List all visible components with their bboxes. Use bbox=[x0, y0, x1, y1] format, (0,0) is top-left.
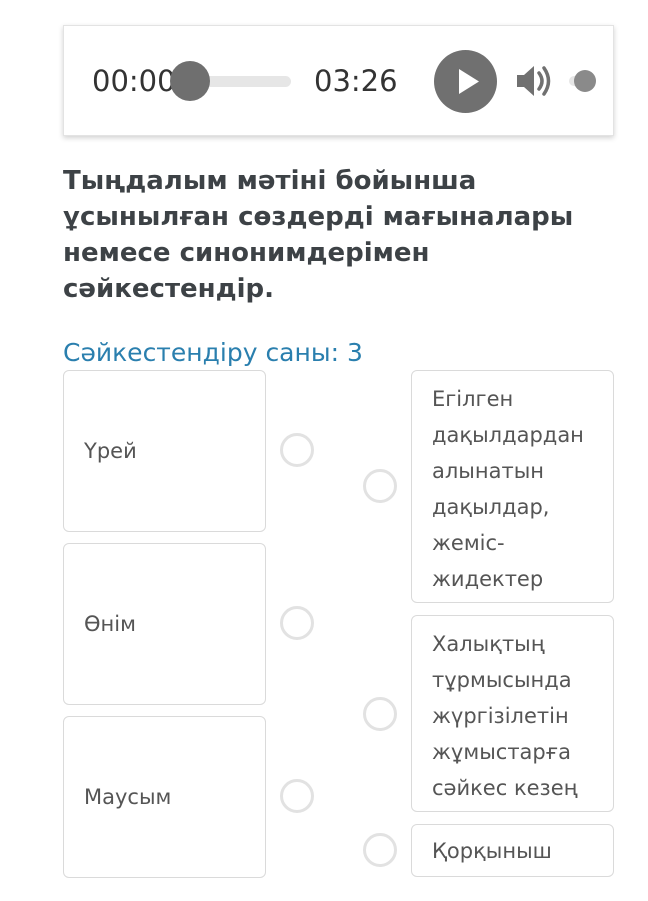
left-connector-1[interactable] bbox=[280, 433, 314, 467]
right-card-label: Қорқыныш bbox=[432, 839, 552, 863]
left-card-label: Үрей bbox=[84, 439, 137, 463]
progress-handle[interactable] bbox=[170, 61, 210, 101]
left-connector-3[interactable] bbox=[280, 779, 314, 813]
right-connector-1[interactable] bbox=[363, 469, 397, 503]
match-count: Сәйкестендіру саны: 3 bbox=[63, 338, 363, 367]
right-card-3[interactable]: Қорқыныш bbox=[411, 824, 614, 877]
right-card-1[interactable]: Егілген дақылдардан алынатын дақылдар, ж… bbox=[411, 370, 614, 603]
left-card-3[interactable]: Маусым bbox=[63, 716, 266, 878]
left-card-label: Маусым bbox=[84, 785, 172, 809]
audio-player: 00:00 03:26 bbox=[63, 25, 614, 136]
right-card-label: Егілген дақылдардан алынатын дақылдар, ж… bbox=[432, 387, 584, 591]
volume-handle[interactable] bbox=[574, 70, 596, 92]
play-icon bbox=[459, 69, 479, 94]
right-card-label: Халықтың тұрмысында жүргізілетін жұмыста… bbox=[432, 632, 578, 800]
duration-time: 03:26 bbox=[314, 64, 398, 98]
right-card-2[interactable]: Халықтың тұрмысында жүргізілетін жұмыста… bbox=[411, 615, 614, 812]
right-connector-3[interactable] bbox=[363, 833, 397, 867]
volume-icon[interactable] bbox=[515, 63, 553, 99]
play-button[interactable] bbox=[434, 50, 497, 113]
left-card-label: Өнім bbox=[84, 612, 136, 636]
left-connector-2[interactable] bbox=[280, 606, 314, 640]
question-text: Тыңдалым мәтіні бойынша ұсынылған сөздер… bbox=[63, 166, 574, 304]
left-card-2[interactable]: Өнім bbox=[63, 543, 266, 705]
current-time: 00:00 bbox=[92, 64, 176, 98]
right-connector-2[interactable] bbox=[363, 697, 397, 731]
left-card-1[interactable]: Үрей bbox=[63, 370, 266, 532]
